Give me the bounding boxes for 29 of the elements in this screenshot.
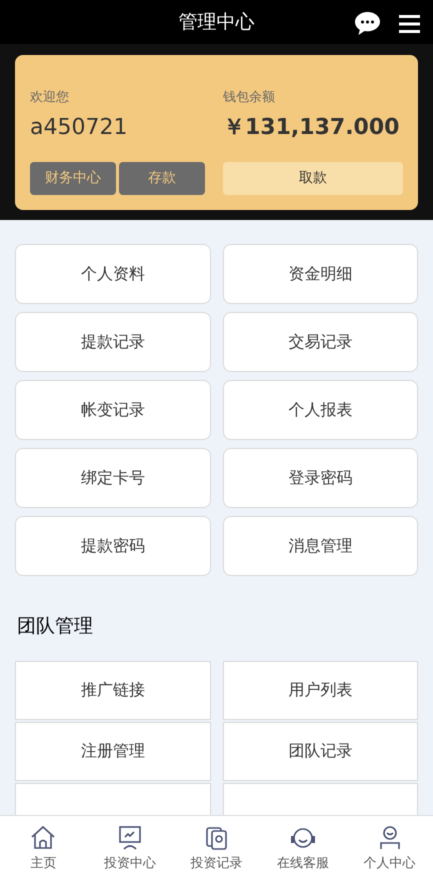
- menu-item[interactable]: 交易记录: [222, 312, 418, 372]
- tab-item[interactable]: 投资记录: [190, 854, 242, 874]
- menu-item[interactable]: 提款记录: [15, 312, 210, 372]
- menu-item[interactable]: 消息管理: [222, 516, 418, 576]
- section-title: 团队管理: [17, 614, 94, 639]
- menu-item[interactable]: 团队记录: [222, 722, 418, 780]
- username: a450721: [30, 114, 128, 142]
- menu-item[interactable]: 个人资料: [15, 244, 210, 304]
- page-title: 管理中心: [178, 10, 254, 35]
- tab-item[interactable]: 投资中心: [104, 854, 156, 874]
- menu-icon[interactable]: [399, 15, 420, 33]
- tab-item[interactable]: 主页: [30, 854, 56, 874]
- chat-icon[interactable]: [354, 11, 381, 36]
- home-icon: [29, 824, 58, 852]
- balance-label: 钱包余额: [223, 89, 276, 107]
- tab-item[interactable]: 个人中心: [364, 854, 416, 874]
- menu-item[interactable]: 提款密码: [15, 516, 210, 576]
- menu-item[interactable]: 推广链接: [15, 660, 210, 720]
- menu-item[interactable]: 注册管理: [15, 722, 210, 780]
- withdraw-button[interactable]: 取款: [223, 162, 403, 194]
- welcome-label: 欢迎您: [30, 89, 70, 107]
- menu-item[interactable]: 帐变记录: [15, 380, 210, 440]
- menu-item[interactable]: 登录密码: [222, 448, 418, 508]
- menu-item[interactable]: 绑定卡号: [15, 448, 210, 508]
- balance-amount: ￥131,137.000: [223, 114, 400, 142]
- menu-item[interactable]: 个人报表: [222, 380, 418, 440]
- menu-item[interactable]: 资金明细: [222, 244, 418, 304]
- tab-item[interactable]: 在线客服: [277, 854, 330, 874]
- menu-item[interactable]: 用户列表: [222, 660, 418, 720]
